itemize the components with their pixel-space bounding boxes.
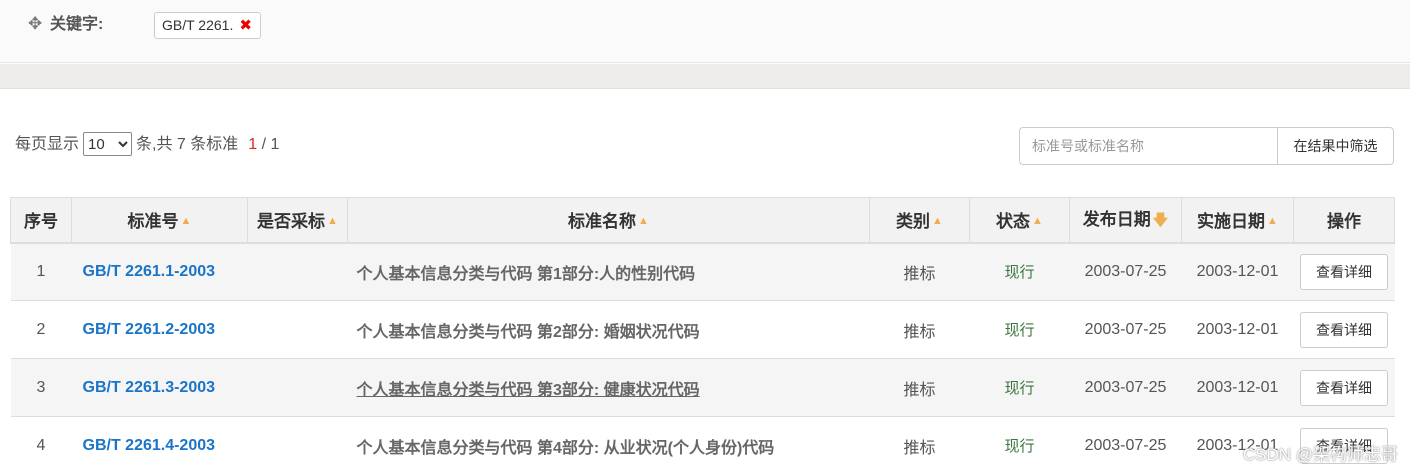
table-row: 1 GB/T 2261.1-2003 个人基本信息分类与代码 第1部分:人的性别… — [10, 242, 1395, 301]
table-row: 4 GB/T 2261.4-2003 个人基本信息分类与代码 第4部分: 从业状… — [10, 416, 1395, 471]
col-adopt[interactable]: 是否采标 ▲ — [247, 197, 348, 244]
row-index: 3 — [10, 358, 72, 417]
pagination-info: 每页显示 10 条,共 7 条标准 1 / 1 — [15, 132, 279, 158]
row-category: 推标 — [869, 358, 970, 417]
col-category[interactable]: 类别 ▲ — [869, 197, 970, 244]
row-status: 现行 — [969, 300, 1070, 359]
row-status: 现行 — [969, 242, 1070, 301]
standards-table: 序号 标准号 ▲ 是否采标 ▲ 标准名称 ▲ 类别 ▲ 状态 ▲ 发布日期 🡇 实施日期 ▲ … — [10, 197, 1395, 471]
keyword-tag-text: GB/T 2261. — [162, 17, 234, 33]
row-adopt — [247, 300, 348, 359]
sort-up-icon[interactable]: ▲ — [932, 215, 943, 227]
current-page: 1 — [248, 136, 258, 153]
keyword-tag[interactable]: GB/T 2261. ✖ — [154, 12, 261, 39]
row-category: 推标 — [869, 416, 970, 471]
standard-name[interactable]: 个人基本信息分类与代码 第3部分: 健康状况代码 — [347, 358, 870, 417]
table-row: 3 GB/T 2261.3-2003 个人基本信息分类与代码 第3部分: 健康状… — [10, 358, 1395, 417]
standard-name[interactable]: 个人基本信息分类与代码 第2部分: 婚姻状况代码 — [347, 300, 870, 359]
col-publish[interactable]: 发布日期 🡇 — [1069, 197, 1182, 244]
sort-up-icon[interactable]: ▲ — [327, 215, 338, 227]
filter-bar: ✥ 关键字: GB/T 2261. ✖ — [0, 0, 1410, 63]
sort-up-icon[interactable]: ▲ — [181, 215, 192, 227]
standard-name[interactable]: 个人基本信息分类与代码 第4部分: 从业状况(个人身份)代码 — [347, 416, 870, 471]
page-size-select[interactable]: 10 — [83, 132, 133, 156]
col-name[interactable]: 标准名称 ▲ — [347, 197, 870, 244]
filter-search-input[interactable] — [1019, 127, 1278, 165]
filter-results-button[interactable]: 在结果中筛选 — [1277, 127, 1394, 165]
sort-up-icon[interactable]: ▲ — [1032, 215, 1043, 227]
col-code[interactable]: 标准号 ▲ — [71, 197, 248, 244]
standard-code-link[interactable]: GB/T 2261.1-2003 — [83, 263, 216, 280]
view-detail-button[interactable]: 查看详细 — [1300, 369, 1388, 406]
table-header-row: 序号 标准号 ▲ 是否采标 ▲ 标准名称 ▲ 类别 ▲ 状态 ▲ 发布日期 🡇 实施日期 ▲ … — [10, 197, 1395, 244]
row-adopt — [247, 416, 348, 471]
row-status: 现行 — [969, 358, 1070, 417]
total-pages: / 1 — [261, 136, 280, 153]
sort-down-icon[interactable]: 🡇 — [1153, 212, 1168, 229]
row-category: 推标 — [869, 300, 970, 359]
standard-code-link[interactable]: GB/T 2261.3-2003 — [83, 379, 216, 396]
row-adopt — [247, 358, 348, 417]
col-index: 序号 — [10, 197, 72, 244]
divider-strip — [0, 64, 1410, 89]
view-detail-button[interactable]: 查看详细 — [1300, 311, 1388, 348]
standard-name[interactable]: 个人基本信息分类与代码 第1部分:人的性别代码 — [347, 242, 870, 301]
view-detail-button[interactable]: 查看详细 — [1300, 253, 1388, 290]
keyword-label: 关键字: — [50, 16, 104, 33]
standard-code-link[interactable]: GB/T 2261.4-2003 — [83, 437, 216, 454]
move-icon: ✥ — [28, 14, 43, 33]
col-status[interactable]: 状态 ▲ — [969, 197, 1070, 244]
row-index: 2 — [10, 300, 72, 359]
table-row: 2 GB/T 2261.2-2003 个人基本信息分类与代码 第2部分: 婚姻状… — [10, 300, 1395, 359]
col-implement[interactable]: 实施日期 ▲ — [1181, 197, 1294, 244]
row-status: 现行 — [969, 416, 1070, 471]
col-action: 操作 — [1293, 197, 1395, 244]
page-size-prefix: 每页显示 — [15, 136, 80, 153]
row-category: 推标 — [869, 242, 970, 301]
row-index: 1 — [10, 242, 72, 301]
row-implement-date: 2003-12-01 — [1181, 300, 1294, 359]
row-publish-date: 2003-07-25 — [1069, 416, 1182, 471]
result-count: 条,共 7 条标准 — [136, 136, 239, 153]
remove-tag-icon[interactable]: ✖ — [239, 17, 252, 34]
row-publish-date: 2003-07-25 — [1069, 358, 1182, 417]
row-index: 4 — [10, 416, 72, 471]
row-implement-date: 2003-12-01 — [1181, 358, 1294, 417]
row-implement-date: 2003-12-01 — [1181, 242, 1294, 301]
row-adopt — [247, 242, 348, 301]
standard-code-link[interactable]: GB/T 2261.2-2003 — [83, 321, 216, 338]
sort-up-icon[interactable]: ▲ — [1267, 215, 1278, 227]
sort-up-icon[interactable]: ▲ — [638, 215, 649, 227]
row-publish-date: 2003-07-25 — [1069, 300, 1182, 359]
row-publish-date: 2003-07-25 — [1069, 242, 1182, 301]
watermark: CSDN @架构师忠哥 — [1242, 445, 1398, 464]
